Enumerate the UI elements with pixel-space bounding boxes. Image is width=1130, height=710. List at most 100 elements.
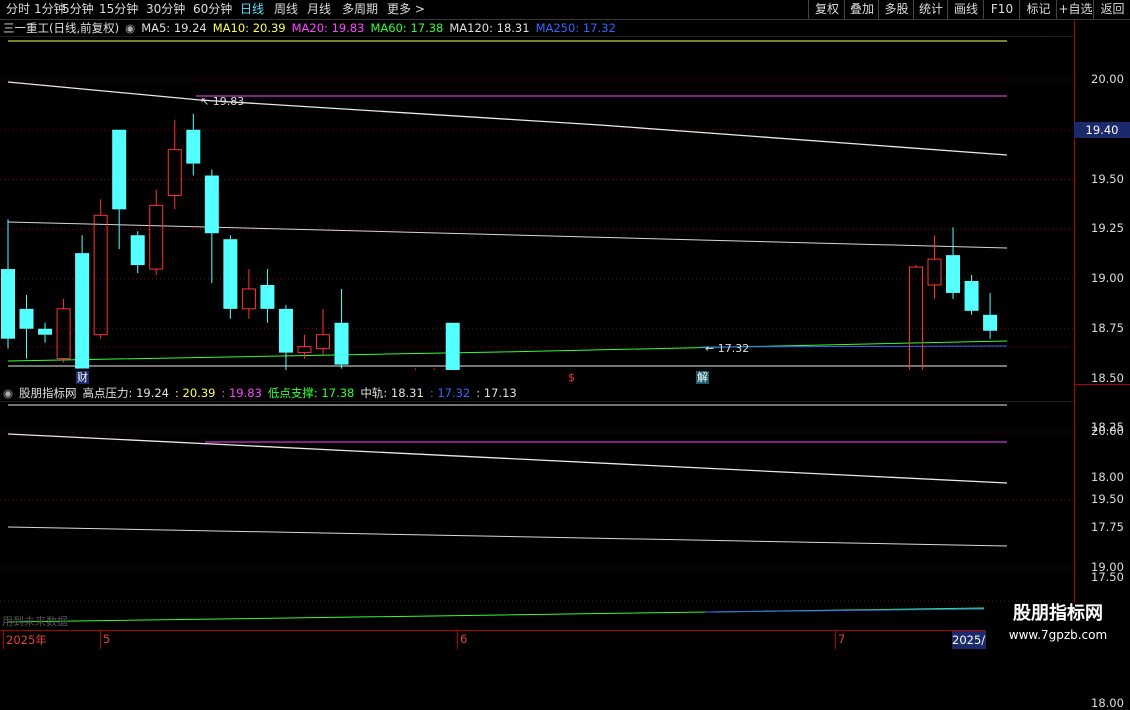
main-chart[interactable]: ↖ 19.83 ← 17.32 ◇ [0,36,1074,370]
candle[interactable] [908,265,923,370]
candle-body [946,255,961,293]
candle[interactable] [112,129,127,250]
indicator-info-bar: ◉ 股朋指标网 高点压力: 19.24: 20.39: 19.83 低点支撑: 17.… [0,385,523,401]
candle-body [983,314,998,331]
candle-body [223,239,238,309]
toolbar-right-2[interactable]: 多股 [878,0,914,19]
toolbar-right-0[interactable]: 复权 [808,0,845,19]
date-tick [100,631,101,649]
candle-body [316,334,331,350]
price-axis-label: 19.00 [1091,271,1124,285]
indicator-axis-label: 20.00 [1091,424,1124,438]
high-price-annotation: ↖ 19.83 [200,95,244,108]
ma-label-5: MA250: 17.32 [535,21,616,35]
toolbar-item-9[interactable]: 多周期 [342,1,378,18]
candle[interactable] [56,298,71,363]
toolbar-right-6[interactable]: 标记 [1019,0,1057,19]
toolbar: 分时 1分钟 5分钟 15分钟 30分钟 60分钟 日线 周线 月线 多周期 更多 > 复权 叠加 多股统… [0,0,1130,20]
candle[interactable] [946,227,961,299]
ma5-line [7,81,1008,156]
candle[interactable] [38,322,53,343]
date-tick [3,631,4,649]
indicator-chart[interactable] [0,401,1074,629]
ind-pressure-line [7,433,1008,484]
toolbar-right-7[interactable]: +自选 [1056,0,1094,19]
candle[interactable] [445,322,460,370]
future-data-note: 用到未来数据 [2,615,68,628]
indicator-label-4: 中轨: 18.31 [360,386,424,400]
candle[interactable] [964,275,979,315]
candle[interactable] [409,368,422,370]
stock-title: 三一重工(日线,前复权) [3,21,120,35]
candle-body [19,308,34,329]
date-label-0: 2025年 [6,633,47,647]
ma-label-0: MA5: 19.24 [141,21,207,35]
toolbar-item-1[interactable]: 1分钟 [34,1,66,18]
ma-label-3: MA60: 17.38 [370,21,444,35]
indicator-label-3: 低点支撑: 17.38 [267,386,355,400]
candle[interactable] [130,231,145,274]
date-label-2: 6 [460,632,468,646]
toolbar-right-5[interactable]: F10 [983,0,1020,19]
candle[interactable] [223,235,238,319]
watermark-url: www.7gpzb.com [1008,628,1108,642]
toolbar-right-8[interactable]: 返回 [1093,0,1130,19]
candle-body [167,149,182,196]
candle[interactable] [983,292,998,339]
candle[interactable] [334,288,349,369]
toolbar-item-0[interactable]: 分时 [6,1,30,18]
indicator-label-5: : 17.32 [429,386,471,400]
candle[interactable] [278,304,293,370]
price-axis-label: 20.00 [1091,72,1124,86]
candle[interactable] [316,308,331,355]
candle[interactable] [93,199,108,339]
date-tick [835,631,836,649]
ma120-line [7,221,1008,249]
toolbar-item-2[interactable]: 5分钟 [62,1,94,18]
candle[interactable] [75,235,90,369]
indicator-axis-label: 19.50 [1091,492,1124,506]
indicator-toggle-icon[interactable]: ◉ [3,386,13,400]
price-axis-label: 17.75 [1091,519,1124,534]
indicator-title: 股朋指标网 [19,386,77,400]
candle[interactable] [149,189,164,276]
diamond-icon[interactable]: ◇ [1042,36,1051,38]
toolbar-item-6[interactable]: 日线 [240,1,264,18]
date-label-3: 7 [838,632,846,646]
toolbar-right-3[interactable]: 统计 [913,0,948,19]
event-marker-2[interactable]: 解 [696,371,709,384]
event-marker-1[interactable]: $ [567,371,576,384]
watermark: 股朋指标网 www.7gpzb.com [986,602,1130,650]
toolbar-right-4[interactable]: 画线 [947,0,984,19]
candle[interactable] [19,294,34,359]
event-marker-0[interactable]: 财 [76,371,89,384]
candle[interactable] [1,219,15,349]
toolbar-item-10[interactable]: 更多 > [387,1,425,18]
candle[interactable] [167,119,182,210]
toolbar-item-3[interactable]: 15分钟 [99,1,138,18]
candle-body [927,258,942,286]
toolbar-item-4[interactable]: 30分钟 [146,1,185,18]
candle-body [56,308,71,360]
indicator-label-6: : 17.13 [476,386,517,400]
toolbar-item-5[interactable]: 60分钟 [193,1,232,18]
ma-label-1: MA10: 20.39 [212,21,286,35]
date-label-1: 5 [103,632,111,646]
ind-blue-line [704,608,985,613]
candle-body [964,280,979,311]
current-price-label: 19.40 [1074,122,1130,138]
toolbar-right-1[interactable]: 叠加 [844,0,879,19]
candle[interactable] [927,235,942,299]
price-axis-label: 18.50 [1091,370,1124,385]
indicator-label-2: : 19.83 [221,386,262,400]
candle[interactable] [241,269,256,319]
indicator-label-0: 高点压力: 19.24 [82,386,169,400]
main-info-bar: 三一重工(日线,前复权) ◉ MA5: 19.24 MA10: 20.39 MA20: … [0,20,622,36]
toolbar-item-7[interactable]: 周线 [274,1,298,18]
candle[interactable] [204,169,219,283]
candle[interactable] [428,368,441,370]
toolbar-item-8[interactable]: 月线 [307,1,331,18]
candle[interactable] [260,269,275,323]
ma-toggle-icon[interactable]: ◉ [125,21,135,35]
candle[interactable] [186,113,201,176]
